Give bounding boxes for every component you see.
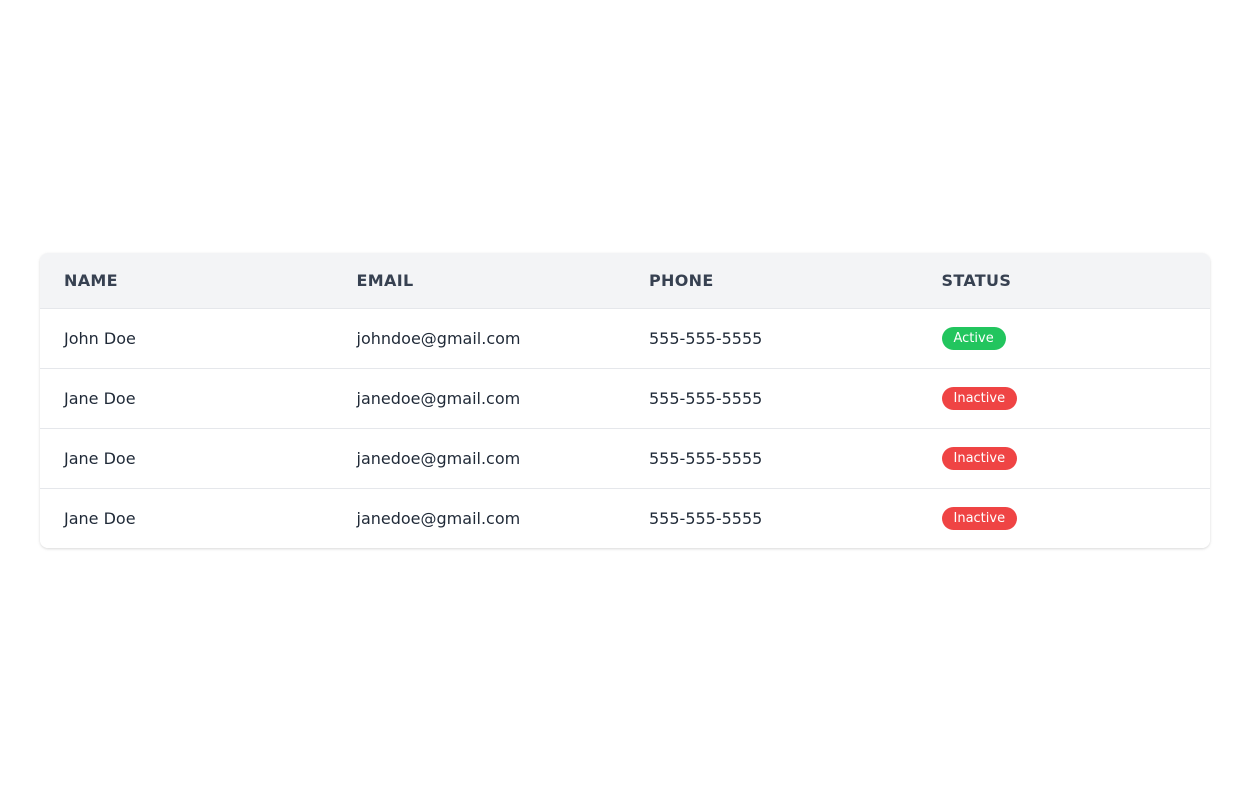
users-table-container: NAME EMAIL PHONE STATUS John Doe johndoe… bbox=[40, 253, 1210, 548]
column-header-name[interactable]: NAME bbox=[40, 253, 333, 309]
cell-name: John Doe bbox=[40, 308, 333, 368]
cell-name: Jane Doe bbox=[40, 488, 333, 548]
column-header-status[interactable]: STATUS bbox=[918, 253, 1211, 309]
table-row[interactable]: John Doe johndoe@gmail.com 555-555-5555 … bbox=[40, 308, 1210, 368]
table-row[interactable]: Jane Doe janedoe@gmail.com 555-555-5555 … bbox=[40, 488, 1210, 548]
cell-email: janedoe@gmail.com bbox=[333, 368, 626, 428]
table-body: John Doe johndoe@gmail.com 555-555-5555 … bbox=[40, 308, 1210, 548]
column-header-email[interactable]: EMAIL bbox=[333, 253, 626, 309]
cell-email: janedoe@gmail.com bbox=[333, 488, 626, 548]
cell-status: Inactive bbox=[918, 488, 1211, 548]
status-badge: Inactive bbox=[942, 447, 1018, 470]
cell-status: Inactive bbox=[918, 428, 1211, 488]
table-header: NAME EMAIL PHONE STATUS bbox=[40, 253, 1210, 309]
table-header-row: NAME EMAIL PHONE STATUS bbox=[40, 253, 1210, 309]
column-header-phone[interactable]: PHONE bbox=[625, 253, 918, 309]
users-table: NAME EMAIL PHONE STATUS John Doe johndoe… bbox=[40, 253, 1210, 548]
cell-phone: 555-555-5555 bbox=[625, 368, 918, 428]
cell-phone: 555-555-5555 bbox=[625, 428, 918, 488]
cell-email: janedoe@gmail.com bbox=[333, 428, 626, 488]
table-row[interactable]: Jane Doe janedoe@gmail.com 555-555-5555 … bbox=[40, 368, 1210, 428]
cell-phone: 555-555-5555 bbox=[625, 488, 918, 548]
cell-phone: 555-555-5555 bbox=[625, 308, 918, 368]
cell-status: Active bbox=[918, 308, 1211, 368]
status-badge: Inactive bbox=[942, 387, 1018, 410]
cell-email: johndoe@gmail.com bbox=[333, 308, 626, 368]
cell-name: Jane Doe bbox=[40, 368, 333, 428]
table-row[interactable]: Jane Doe janedoe@gmail.com 555-555-5555 … bbox=[40, 428, 1210, 488]
cell-status: Inactive bbox=[918, 368, 1211, 428]
status-badge: Active bbox=[942, 327, 1006, 350]
status-badge: Inactive bbox=[942, 507, 1018, 530]
cell-name: Jane Doe bbox=[40, 428, 333, 488]
